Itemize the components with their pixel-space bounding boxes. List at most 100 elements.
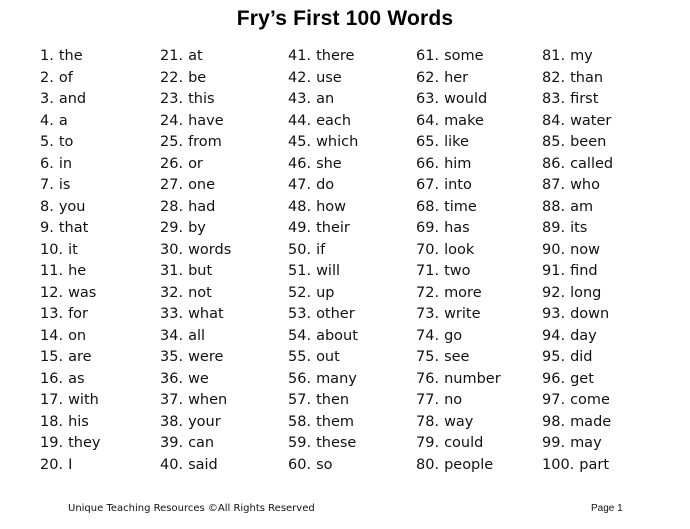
word-text: then xyxy=(316,392,350,408)
word-list-item: 5. to xyxy=(40,132,165,154)
word-list-item: 25. from xyxy=(160,132,285,154)
word-text: write xyxy=(444,306,481,322)
word-list-item: 37. when xyxy=(160,390,285,412)
word-list-item: 33. what xyxy=(160,304,285,326)
word-number: 21. xyxy=(160,48,184,64)
word-number: 86. xyxy=(542,155,566,172)
word-number: 56. xyxy=(288,370,312,387)
word-list-item: 22. be xyxy=(160,68,285,90)
word-text: its xyxy=(570,220,588,236)
footer-page-number: Page 1 xyxy=(591,503,623,514)
word-list-item: 74. go xyxy=(416,326,541,348)
word-column-1: 1. the 2. of 3. and 4. a 5. to 6. in 7. is 8. you 9. that… xyxy=(40,46,165,476)
word-list-item: 80. people xyxy=(416,455,541,477)
word-number: 48. xyxy=(288,198,312,215)
word-list-item: 61. some xyxy=(416,46,541,68)
word-list-item: 28. had xyxy=(160,197,285,219)
word-number: 99. xyxy=(542,435,566,451)
word-number: 83. xyxy=(542,91,566,107)
word-list-item: 20. I xyxy=(40,455,165,477)
word-number: 91. xyxy=(542,263,566,279)
word-number: 13. xyxy=(40,306,64,322)
word-list-item: 86. called xyxy=(542,154,667,176)
word-text: all xyxy=(188,327,206,344)
word-list-item: 40. said xyxy=(160,455,285,477)
word-list-item: 13. for xyxy=(40,304,165,326)
word-list-item: 79. could xyxy=(416,433,541,455)
word-list-item: 77. no xyxy=(416,390,541,412)
word-number: 88. xyxy=(542,198,566,215)
word-text: his xyxy=(68,413,89,430)
word-text: which xyxy=(316,134,359,150)
word-number: 31. xyxy=(160,263,184,279)
word-number: 8. xyxy=(40,198,54,215)
word-text: an xyxy=(316,91,335,107)
word-list-item: 89. its xyxy=(542,218,667,240)
word-text: will xyxy=(316,263,341,279)
word-list-item: 68. time xyxy=(416,197,541,219)
word-number: 41. xyxy=(288,48,312,64)
word-number: 20. xyxy=(40,456,64,473)
word-list-item: 10. it xyxy=(40,240,165,262)
word-text: people xyxy=(444,456,494,473)
word-text: use xyxy=(316,69,342,86)
word-list-item: 43. an xyxy=(288,89,413,111)
word-number: 81. xyxy=(542,48,566,64)
word-text: we xyxy=(188,370,209,387)
word-number: 40. xyxy=(160,456,184,473)
word-number: 80. xyxy=(416,456,440,473)
word-text: as xyxy=(68,370,85,387)
word-text: her xyxy=(444,69,469,86)
word-list-item: 26. or xyxy=(160,154,285,176)
word-text: look xyxy=(444,241,475,258)
word-number: 37. xyxy=(160,392,184,408)
word-text: is xyxy=(58,177,71,193)
word-number: 60. xyxy=(288,456,312,473)
word-list-item: 16. as xyxy=(40,369,165,391)
word-text: water xyxy=(570,112,612,129)
word-list-item: 66. him xyxy=(416,154,541,176)
word-list-item: 76. number xyxy=(416,369,541,391)
word-list-item: 46. she xyxy=(288,154,413,176)
page-title: Fry’s First 100 Words xyxy=(236,7,454,30)
word-text: up xyxy=(316,284,335,301)
word-number: 58. xyxy=(288,413,312,430)
word-list-item: 92. long xyxy=(542,283,667,305)
word-number: 14. xyxy=(40,327,64,344)
word-list-item: 67. into xyxy=(416,175,541,197)
word-text: their xyxy=(316,220,350,236)
word-text: was xyxy=(68,284,97,301)
word-text: been xyxy=(570,134,607,150)
word-text: one xyxy=(188,177,216,193)
word-number: 53. xyxy=(288,306,312,322)
word-list-item: 83. first xyxy=(542,89,667,111)
word-list-item: 55. out xyxy=(288,347,413,369)
word-text: made xyxy=(570,413,612,430)
word-list-item: 54. about xyxy=(288,326,413,348)
word-list-item: 75. see xyxy=(416,347,541,369)
word-number: 57. xyxy=(288,392,312,408)
word-text: in xyxy=(58,155,73,172)
word-text: this xyxy=(188,91,215,107)
word-list-item: 41. there xyxy=(288,46,413,68)
word-list-item: 4. a xyxy=(40,111,165,133)
word-list-item: 78. way xyxy=(416,412,541,434)
word-text: go xyxy=(444,327,463,344)
word-list-item: 85. been xyxy=(542,132,667,154)
word-list-item: 81. my xyxy=(542,46,667,68)
word-number: 16. xyxy=(40,370,64,387)
word-list-item: 65. like xyxy=(416,132,541,154)
word-text: no xyxy=(444,392,463,408)
word-number: 90. xyxy=(542,241,566,258)
word-list-item: 32. not xyxy=(160,283,285,305)
word-number: 64. xyxy=(416,112,440,129)
word-list-item: 38. your xyxy=(160,412,285,434)
word-column-4: 61. some 62. her 63. would 64. make 65. like 66. hi… xyxy=(416,46,541,476)
word-number: 70. xyxy=(416,241,440,258)
word-list-item: 82. than xyxy=(542,68,667,90)
word-text: some xyxy=(444,48,484,64)
word-list-item: 23. this xyxy=(160,89,285,111)
word-list-item: 1. the xyxy=(40,46,165,68)
word-list-item: 2. of xyxy=(40,68,165,90)
word-number: 17. xyxy=(40,392,64,408)
